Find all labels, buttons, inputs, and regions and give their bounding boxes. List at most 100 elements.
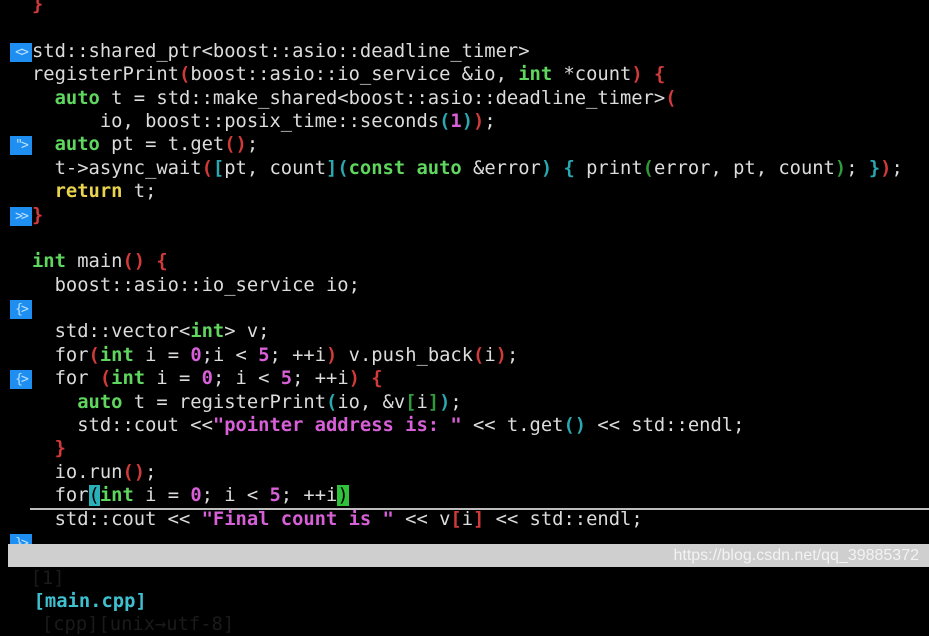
watermark: https://blog.csdn.net/qq_39885372 <box>673 547 919 564</box>
code-line[interactable]: for(int i = 0;i < 5; ++i) v.push_back(i)… <box>0 344 929 367</box>
gutter-sign-icon[interactable]: "> <box>10 136 32 156</box>
code-token: ( <box>642 157 654 179</box>
code-token: } <box>868 157 881 179</box>
code-token: ) <box>348 368 360 390</box>
code-line[interactable]: t->async_wait([pt, count](const auto &er… <box>0 157 929 180</box>
code-token: t = std::make_shared<boost::asio::deadli… <box>99 87 666 109</box>
code-line[interactable]: int main() { <box>0 250 929 273</box>
code-text: auto pt = t.get(); <box>32 133 259 156</box>
code-token: int <box>32 251 66 273</box>
code-line[interactable]: {> <box>0 297 929 320</box>
code-token: std::vector< <box>32 321 191 343</box>
code-token: { <box>156 251 168 273</box>
code-token: i <box>461 508 474 530</box>
code-token: [ <box>212 157 225 179</box>
code-line[interactable]: "> auto pt = t.get(); <box>0 133 929 156</box>
code-token: 0 <box>201 368 213 390</box>
code-line[interactable]: } <box>0 437 929 460</box>
vim-editor-buffer[interactable]: } <> std::shared_ptr<boost::asio::deadline… <box>0 0 929 554</box>
code-line[interactable]: io.run(); <box>0 461 929 484</box>
code-line[interactable] <box>0 227 929 250</box>
code-token: auto <box>54 87 100 109</box>
code-token: int <box>99 344 134 366</box>
code-token: std::shared_ptr<boost::asio::deadline_ti… <box>32 40 530 62</box>
code-token: int <box>518 64 553 86</box>
code-text: io.run(); <box>32 461 157 484</box>
code-token: io.run <box>32 461 123 483</box>
code-text: registerPrint(boost::asio::io_service &i… <box>32 63 665 86</box>
code-token: << t.get <box>461 415 564 437</box>
code-token: () <box>122 461 146 483</box>
code-line[interactable] <box>0 16 929 39</box>
code-token: *count <box>552 64 632 86</box>
code-token: ; ++i <box>292 368 349 390</box>
code-token: ] <box>326 157 338 179</box>
code-token: ; ++i <box>269 344 327 366</box>
code-token: > v; <box>224 321 270 343</box>
code-line[interactable]: >>} <box>0 204 929 227</box>
code-token: ;i < <box>201 344 259 366</box>
code-token: i <box>484 344 496 366</box>
code-token: ; <box>506 344 519 366</box>
code-token: () <box>224 134 247 156</box>
code-line[interactable]: std::vector<int> v; <box>0 320 929 343</box>
code-text: for(int i = 0;i < 5; ++i) v.push_back(i)… <box>32 344 519 367</box>
gutter-sign-icon[interactable]: <> <box>10 42 32 62</box>
filetype-encoding: [cpp][unix→utf-8] <box>30 614 235 635</box>
code-line[interactable]: std::cout << "Final count is " << v[i] <… <box>0 508 929 531</box>
code-token: t = registerPrint <box>122 391 326 413</box>
code-line[interactable]: auto t = registerPrint(io, &v[i]); <box>0 391 929 414</box>
code-token: i = <box>133 344 191 366</box>
code-text: for(int i = 0; i < 5; ++i) <box>30 484 929 510</box>
code-line[interactable]: {> for (int i = 0; i < 5; ++i) { <box>0 367 929 390</box>
code-line[interactable]: } <box>0 0 929 16</box>
code-token: [ <box>405 391 417 413</box>
code-token: auto <box>54 134 100 156</box>
code-token: int <box>111 368 146 390</box>
code-token: "Final count is " <box>201 508 394 530</box>
code-line[interactable]: std::cout <<"pointer address is: " << t.… <box>0 414 929 437</box>
gutter-sign-icon[interactable]: {> <box>10 370 32 390</box>
code-token: ) <box>540 157 553 179</box>
code-line[interactable]: io, boost::posix_time::seconds(1)); <box>0 110 929 133</box>
code-token: ( <box>179 64 191 86</box>
buffer-number: [1] <box>30 568 65 589</box>
gutter-sign-icon[interactable]: {> <box>10 300 32 320</box>
code-token: ; <box>450 391 462 413</box>
code-line[interactable]: return t; <box>0 180 929 203</box>
code-line[interactable]: auto t = std::make_shared<boost::asio::d… <box>0 87 929 110</box>
code-token: ( <box>201 157 213 179</box>
code-token: ; i < <box>201 485 270 507</box>
code-text: io, boost::posix_time::seconds(1)); <box>32 110 496 133</box>
code-token: ) <box>495 344 507 366</box>
code-token: error, pt, count <box>653 157 835 179</box>
code-line[interactable]: registerPrint(boost::asio::io_service &i… <box>0 63 929 86</box>
code-token: () <box>122 251 146 273</box>
code-token: ( <box>439 110 451 132</box>
code-token: 5 <box>258 344 270 366</box>
code-token: int <box>99 485 134 507</box>
gutter-sign-icon[interactable]: >> <box>10 206 32 226</box>
matching-paren: ( <box>88 485 100 507</box>
code-token: registerPrint <box>32 64 179 86</box>
code-token: ; <box>246 134 259 156</box>
code-line[interactable]: boost::asio::io_service io; <box>0 274 929 297</box>
code-token: ) <box>880 157 892 179</box>
code-token: } <box>32 0 44 15</box>
code-token: ) <box>473 110 485 132</box>
code-token: std::cout << <box>32 508 202 530</box>
code-text: std::cout <<"pointer address is: " << t.… <box>32 414 744 437</box>
code-token: [ <box>450 508 462 530</box>
code-line[interactable]: <> std::shared_ptr<boost::asio::deadline_… <box>0 40 929 63</box>
code-line[interactable]: for(int i = 0; i < 5; ++i) <box>0 484 929 510</box>
code-token: boost::asio::io_service &io, <box>190 64 519 86</box>
code-token: ; <box>846 157 869 179</box>
code-token: } <box>32 204 44 226</box>
tab-main-cpp[interactable]: [main.cpp] <box>30 590 150 613</box>
